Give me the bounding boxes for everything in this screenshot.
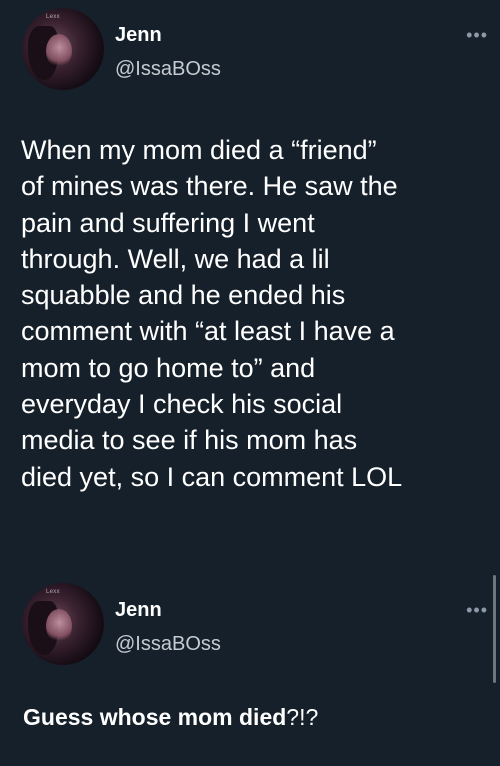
tweet-text-bold: Guess whose mom died: [23, 704, 287, 730]
tweet[interactable]: Lexx Jenn @IssaBOss ••• Guess whose mom …: [0, 575, 500, 766]
avatar-face: [46, 609, 72, 643]
tweet[interactable]: Lexx Jenn @IssaBOss ••• When my mom died…: [0, 0, 500, 575]
tweet-header: Lexx Jenn @IssaBOss •••: [20, 583, 490, 673]
author-handle[interactable]: @IssaBOss: [115, 58, 221, 81]
avatar-face: [46, 34, 72, 68]
author-handle[interactable]: @IssaBOss: [115, 633, 221, 656]
avatar-tag: Lexx: [46, 589, 60, 595]
avatar-tag: Lexx: [46, 14, 60, 20]
more-horizontal-icon[interactable]: •••: [466, 26, 488, 44]
avatar[interactable]: Lexx: [22, 583, 104, 665]
author-name[interactable]: Jenn: [115, 599, 162, 622]
author-name[interactable]: Jenn: [115, 24, 162, 47]
more-horizontal-icon[interactable]: •••: [466, 601, 488, 619]
tweet-header: Lexx Jenn @IssaBOss •••: [20, 8, 490, 98]
tweet-text-punctuation: ?!?: [286, 704, 319, 730]
scrollbar[interactable]: [493, 575, 496, 683]
tweet-text: Guess whose mom died?!?: [23, 702, 318, 732]
avatar[interactable]: Lexx: [22, 8, 104, 90]
tweet-text: When my mom died a “friend” of mines was…: [21, 135, 403, 492]
